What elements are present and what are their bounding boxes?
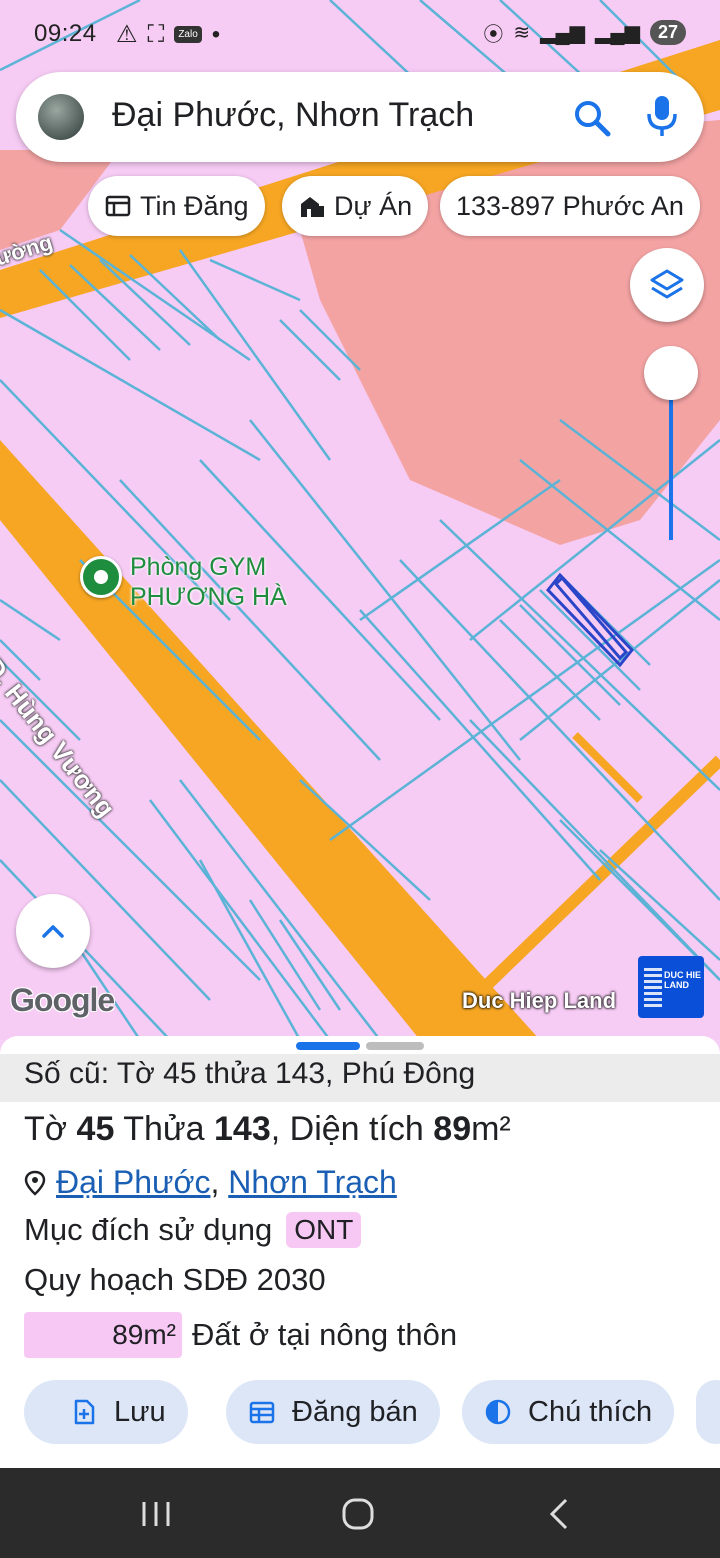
location-pin-icon — [24, 1170, 46, 1196]
battery-icon: 27 — [649, 20, 686, 45]
chip-listings[interactable]: Tin Đăng — [88, 176, 265, 236]
avatar[interactable] — [38, 94, 84, 140]
location-link-district[interactable]: Nhơn Trạch — [228, 1164, 397, 1200]
poi-name-line1: Phòng GYM — [130, 553, 267, 581]
parcel-info-sheet[interactable]: Số cũ: Tờ 45 thửa 143, Phú Đông Tờ 45 Th… — [0, 1036, 720, 1468]
opacity-slider-knob[interactable] — [644, 346, 698, 400]
google-logo: Google — [10, 982, 115, 1018]
landuse-swatch: 89m² — [24, 1312, 182, 1358]
usage-code-badge: ONT — [286, 1212, 362, 1248]
back-icon[interactable] — [540, 1494, 580, 1534]
sheet-handle[interactable] — [296, 1042, 360, 1050]
recents-icon[interactable] — [136, 1494, 176, 1534]
search-input[interactable]: Đại Phước, Nhơn Trạch — [112, 96, 474, 135]
landuse-description: Đất ở tại nông thôn — [192, 1317, 458, 1352]
signal-icon-2: ▂▄▆ — [595, 22, 640, 44]
location-icon: ⦿ — [483, 24, 504, 46]
chip-address[interactable]: 133-897 Phước An — [440, 176, 700, 236]
area-unit: m² — [471, 1110, 511, 1148]
watermark-text: Duc Hiep Land — [462, 988, 617, 1013]
add-doc-icon — [74, 1399, 95, 1425]
home-icon[interactable] — [338, 1494, 378, 1534]
notification-icons: ⚠ ⛶ Zalo • — [116, 20, 220, 49]
sheet-label: Tờ — [24, 1110, 68, 1148]
mic-icon[interactable] — [644, 94, 680, 138]
chip-projects[interactable]: Dự Án — [282, 176, 429, 236]
status-right: ⦿ ≋ ▂▄▆ ▂▄▆ 27 — [483, 18, 686, 47]
contrast-icon — [485, 1399, 511, 1425]
watermark-logo-text: DUC HIE LAND — [664, 970, 702, 990]
gym-pin-icon[interactable] — [80, 556, 122, 598]
usage-row: Mục đích sử dụng ONT — [24, 1212, 362, 1248]
save-button[interactable]: Lưu — [24, 1380, 188, 1444]
status-time: 09:24 — [34, 20, 97, 47]
chevron-up-icon — [42, 925, 64, 938]
location-separator: , — [210, 1164, 220, 1200]
post-sale-label: Đăng bán — [292, 1395, 418, 1428]
search-bar[interactable]: Đại Phước, Nhơn Trạch — [16, 72, 704, 162]
signal-icon: ▂▄▆ — [540, 22, 586, 44]
chip-listings-label: Tin Đăng — [140, 190, 249, 221]
watermark-building-icon — [644, 968, 662, 1008]
poi-name-line2: PHƯƠNG HÀ — [130, 583, 287, 611]
listing-icon — [105, 195, 131, 217]
area-label: , Diện tích — [270, 1110, 424, 1148]
post-sale-button[interactable]: Đăng bán — [226, 1380, 440, 1444]
parcel-label: Thửa — [123, 1110, 205, 1148]
landuse-row: 89m² Đất ở tại nông thôn — [24, 1312, 457, 1358]
sheet-number: 45 — [76, 1110, 115, 1148]
more-actions-button[interactable] — [696, 1380, 720, 1444]
save-label: Lưu — [114, 1395, 166, 1428]
usage-label: Mục đích sử dụng — [24, 1212, 273, 1247]
chip-address-label: 133-897 Phước An — [456, 190, 684, 221]
building-icon — [301, 197, 324, 217]
location-link-ward[interactable]: Đại Phước — [56, 1164, 210, 1200]
calendar-icon — [249, 1401, 275, 1424]
wifi-icon: ≋ — [513, 22, 531, 44]
poi-label[interactable]: Phòng GYM PHƯƠNG HÀ — [130, 552, 287, 612]
screenshot-icon: ⛶ — [147, 20, 165, 48]
legend-label: Chú thích — [528, 1395, 653, 1428]
plan-label: Quy hoạch SDĐ 2030 — [24, 1262, 326, 1297]
location-row: Đại Phước, Nhơn Trạch — [24, 1164, 397, 1201]
system-nav-bar — [0, 1468, 720, 1558]
area-value: 89 — [433, 1110, 472, 1148]
sheet-handle-secondary[interactable] — [366, 1042, 424, 1050]
chip-projects-label: Dự Án — [334, 190, 413, 221]
layers-button[interactable] — [630, 248, 704, 322]
parcel-summary: Tờ 45 Thửa 143, Diện tích 89m² — [24, 1110, 511, 1149]
expand-sheet-button[interactable] — [16, 894, 90, 968]
layers-icon — [650, 269, 684, 299]
legend-button[interactable]: Chú thích — [462, 1380, 675, 1444]
dot-icon: • — [211, 20, 221, 48]
search-icon[interactable] — [572, 98, 612, 138]
parcel-number: 143 — [214, 1110, 271, 1148]
zalo-icon: Zalo — [174, 26, 202, 43]
watermark-logo: DUC HIE LAND — [638, 956, 704, 1018]
status-bar: 09:24 ⚠ ⛶ Zalo • ⦿ ≋ ▂▄▆ ▂▄▆ 27 — [0, 0, 720, 68]
warning-icon: ⚠ — [116, 21, 138, 48]
old-parcel-info: Số cũ: Tờ 45 thửa 143, Phú Đông — [0, 1054, 720, 1102]
